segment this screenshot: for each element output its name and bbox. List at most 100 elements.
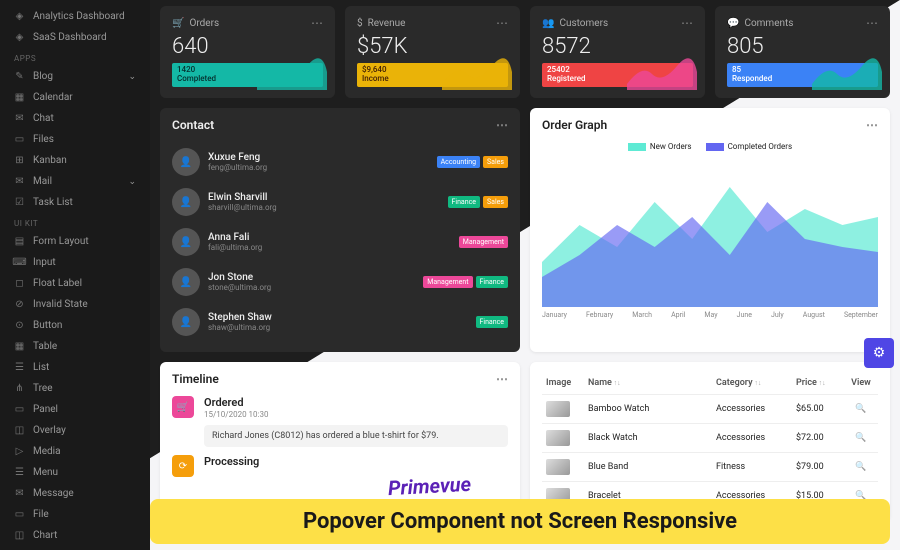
sidebar-item[interactable]: ▭Files [0, 129, 150, 150]
product-thumb [546, 430, 570, 446]
sidebar-item[interactable]: ◫Overlay [0, 420, 150, 441]
sidebar-item-label: Button [33, 320, 62, 331]
contact-tag: Finance [448, 196, 481, 208]
contact-tag: Sales [483, 196, 508, 208]
contact-tag: Management [459, 236, 508, 248]
sidebar-item[interactable]: ✉Mail⌄ [0, 171, 150, 192]
timeline-icon: ⟳ [172, 455, 194, 477]
search-icon[interactable]: 🔍 [855, 404, 866, 414]
more-icon[interactable]: ⋯ [681, 16, 693, 30]
sidebar-item[interactable]: ◻Float Label [0, 273, 150, 294]
stat-card: 💬Comments⋯ 805 85Responded [715, 6, 890, 98]
sidebar-item-label: Input [33, 257, 56, 268]
contact-name: Jon Stone [208, 272, 415, 283]
order-graph-chart [542, 157, 878, 307]
sidebar-item[interactable]: ✎Blog⌄ [0, 66, 150, 87]
sidebar-item-label: Mail [33, 176, 52, 187]
contact-row[interactable]: 👤 Xuxue Fengfeng@ultima.org AccountingSa… [172, 142, 508, 182]
legend-swatch [706, 143, 724, 151]
sidebar-item[interactable]: ▦Calendar [0, 87, 150, 108]
contact-tag: Sales [483, 156, 508, 168]
sidebar-item[interactable]: ◫Chart [0, 525, 150, 546]
sidebar-item-label: Media [33, 446, 61, 457]
sidebar-item[interactable]: ✉Message [0, 483, 150, 504]
contact-row[interactable]: 👤 Anna Falifali@ultima.org Management [172, 222, 508, 262]
more-icon[interactable]: ⋯ [496, 16, 508, 30]
sidebar-item-label: File [33, 509, 49, 520]
product-category: Fitness [712, 462, 792, 472]
sidebar-item[interactable]: ▭Panel [0, 399, 150, 420]
nav-icon: ⊞ [14, 155, 25, 166]
more-icon[interactable]: ⋯ [311, 16, 323, 30]
sidebar-item[interactable]: ☰Menu [0, 462, 150, 483]
sidebar-item-label: Overlay [33, 425, 66, 436]
product-name: Blue Band [584, 462, 712, 472]
nav-icon: ▭ [14, 509, 25, 520]
stat-label: Revenue [368, 18, 406, 29]
timeline-item-date: 15/10/2020 10:30 [204, 410, 508, 419]
sidebar-item[interactable]: ☰ List [0, 357, 150, 378]
contact-row[interactable]: 👤 Elwin Sharvillsharvill@ultima.org Fina… [172, 182, 508, 222]
x-tick: July [771, 311, 784, 319]
sidebar-item-label: Tree [33, 383, 53, 394]
x-tick: September [844, 311, 878, 319]
sidebar-item[interactable]: ⊚Misc [0, 546, 150, 550]
sidebar-item[interactable]: ⊘Invalid State [0, 294, 150, 315]
contact-card: Contact⋯ 👤 Xuxue Fengfeng@ultima.org Acc… [160, 108, 520, 352]
sidebar-item-label: Float Label [33, 278, 82, 289]
contact-row[interactable]: 👤 Jon Stonestone@ultima.org ManagementFi… [172, 262, 508, 302]
sparkline-chart [257, 54, 327, 90]
table-row: Black Watch Accessories $72.00 🔍 [542, 424, 878, 453]
nav-icon: ◫ [14, 530, 25, 541]
more-icon[interactable]: ⋯ [866, 118, 878, 132]
sidebar-item-label: Table [33, 341, 57, 352]
sidebar-item[interactable]: ◈SaaS Dashboard [0, 27, 150, 48]
sidebar-item-label: List [33, 362, 49, 373]
more-icon[interactable]: ⋯ [496, 372, 508, 386]
nav-icon: ☰ [14, 362, 25, 373]
stat-label: Orders [189, 18, 219, 29]
sidebar-item[interactable]: ◈Analytics Dashboard [0, 6, 150, 27]
settings-fab[interactable]: ⚙ [864, 338, 894, 368]
col-price[interactable]: Price [792, 378, 844, 388]
sidebar-item[interactable]: ⊙Button [0, 315, 150, 336]
stat-icon: 💬 [727, 18, 739, 29]
product-name: Black Watch [584, 433, 712, 443]
contact-row[interactable]: 👤 Stephen Shawshaw@ultima.org Finance [172, 302, 508, 342]
sparkline-chart [812, 54, 882, 90]
col-name[interactable]: Name [584, 378, 712, 388]
search-icon[interactable]: 🔍 [855, 433, 866, 443]
sidebar-item[interactable]: ▭ File [0, 504, 150, 525]
sidebar-item[interactable]: ⊞Kanban [0, 150, 150, 171]
sidebar-item[interactable]: ▤Form Layout [0, 231, 150, 252]
nav-icon: ✉ [14, 113, 25, 124]
more-icon[interactable]: ⋯ [496, 118, 508, 132]
x-tick: February [586, 311, 613, 319]
sidebar-item[interactable]: ⌨Input [0, 252, 150, 273]
graph-title: Order Graph [542, 118, 607, 132]
nav-icon: ✎ [14, 71, 25, 82]
sidebar-item-label: Chat [33, 113, 54, 124]
sidebar-item[interactable]: ⋔Tree [0, 378, 150, 399]
product-name: Bamboo Watch [584, 404, 712, 414]
more-icon[interactable]: ⋯ [866, 16, 878, 30]
sidebar-item[interactable]: ☑Task List [0, 192, 150, 213]
col-category[interactable]: Category [712, 378, 792, 388]
sidebar-section-title: APPS [0, 48, 150, 66]
sidebar-item[interactable]: ▦ Table [0, 336, 150, 357]
search-icon[interactable]: 🔍 [855, 462, 866, 472]
nav-icon: ▦ [14, 341, 25, 352]
nav-icon: ⊘ [14, 299, 25, 310]
legend-label: New Orders [650, 142, 692, 151]
x-tick: June [737, 311, 752, 319]
sidebar-item-label: Task List [33, 197, 73, 208]
sparkline-chart [627, 54, 697, 90]
product-thumb [546, 401, 570, 417]
legend-item: Completed Orders [706, 142, 793, 151]
chevron-down-icon: ⌄ [128, 72, 136, 82]
contact-tag: Management [423, 276, 472, 288]
sidebar-item[interactable]: ▷Media [0, 441, 150, 462]
sidebar-item[interactable]: ✉ Chat [0, 108, 150, 129]
contact-tag: Accounting [437, 156, 480, 168]
nav-icon: ✉ [14, 488, 25, 499]
